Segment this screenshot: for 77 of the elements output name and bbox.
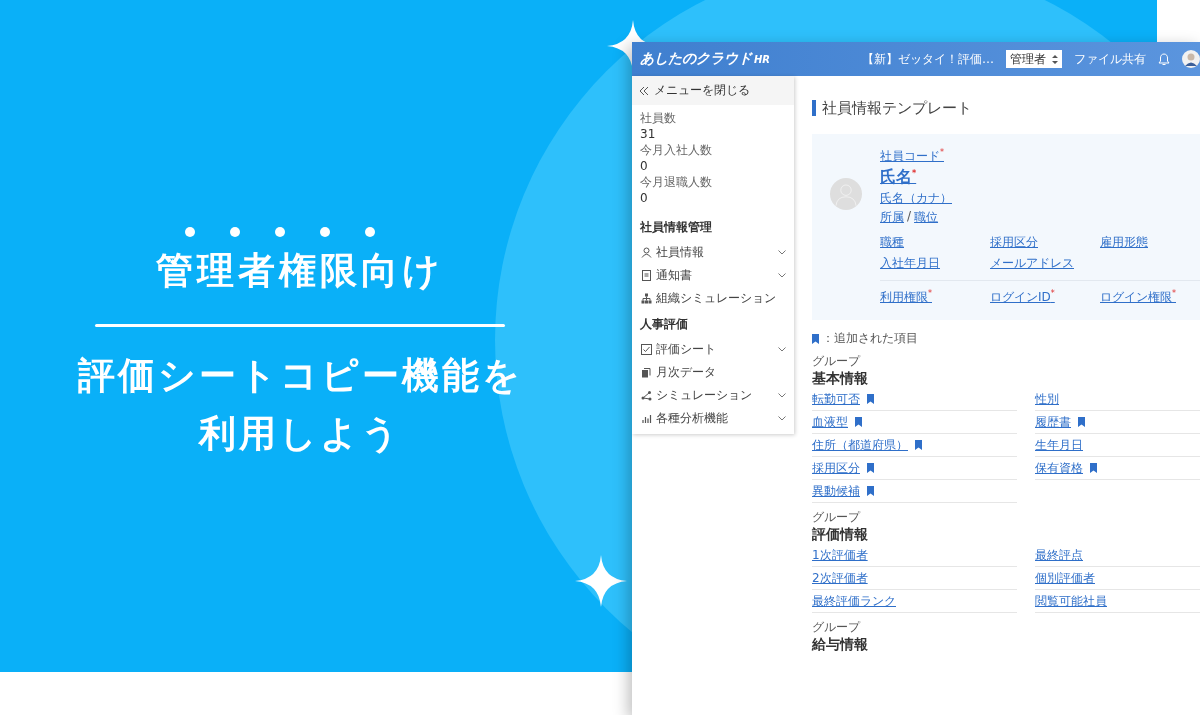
section-title: 人事評価	[639, 316, 689, 333]
stat-value: 0	[640, 191, 649, 205]
employee-code-link[interactable]: 社員コード$^{*}$	[880, 148, 944, 165]
headline: 管理者権限向け	[156, 248, 444, 294]
kana-name-link[interactable]: 氏名（カナ）	[880, 190, 952, 207]
sidebar-item[interactable]: シミュレーション	[632, 384, 794, 407]
profile-field-link[interactable]: ログイン権限$^{*}$	[1100, 289, 1200, 306]
stat-label: 社員数	[640, 110, 677, 127]
chevron-down-icon	[778, 250, 786, 255]
sidebar-item[interactable]: 社員情報	[632, 241, 794, 264]
field-link[interactable]: 血液型	[812, 413, 848, 431]
sidebar-item[interactable]: 通知書	[632, 264, 794, 287]
field-link[interactable]: 住所（都道府県）	[812, 436, 908, 454]
file-share-link[interactable]: ファイル共有	[1074, 50, 1146, 68]
field-link[interactable]: 生年月日	[1035, 436, 1083, 454]
field-link[interactable]: 採用区分	[812, 459, 860, 477]
sidebar-item[interactable]: 組織シミュレーション	[632, 287, 794, 310]
close-menu-button[interactable]: メニューを閉じる	[632, 76, 794, 105]
nodes-icon	[641, 390, 652, 401]
sidebar-item[interactable]: 評価シート	[632, 338, 794, 361]
separator: /	[907, 209, 912, 225]
subtitle: 評価シートコピー機能を 利用しよう	[77, 353, 523, 457]
position-link[interactable]: 職位	[914, 209, 939, 226]
stat-value: 31	[640, 127, 657, 141]
chevron-down-icon	[778, 416, 786, 421]
sidebar-item[interactable]: 月次データ	[632, 361, 794, 384]
chevron-down-icon	[778, 393, 786, 398]
bookmark-icon	[812, 333, 819, 344]
legend-text: ：追加された項目	[822, 330, 918, 347]
section-title: 社員情報管理	[639, 219, 713, 236]
field-link[interactable]: 1次評価者	[812, 546, 868, 564]
field-link[interactable]: 2次評価者	[812, 569, 868, 587]
chevron-down-icon	[778, 347, 786, 352]
group-title: 評価情報	[812, 526, 869, 544]
field-link[interactable]: 閲覧可能社員	[1035, 592, 1107, 610]
stat-label: 今月退職人数	[640, 174, 713, 191]
role-select[interactable]: 管理者	[1006, 50, 1062, 68]
profile-field-link[interactable]: 雇用形態	[1100, 234, 1200, 251]
sparkle-icon	[575, 555, 627, 607]
group-title: 給与情報	[812, 636, 869, 654]
logo: あしたのクラウドHR	[640, 50, 771, 68]
field-link[interactable]: 保有資格	[1035, 459, 1083, 477]
name-link[interactable]: 氏名$^{*}$	[880, 167, 917, 188]
field-link[interactable]: 履歴書	[1035, 413, 1071, 431]
field-link[interactable]: 最終評点	[1035, 546, 1083, 564]
notice-link[interactable]: 【新】ゼッタイ！評価…	[862, 50, 994, 68]
group-caption: グループ	[812, 353, 862, 370]
copy-icon	[641, 367, 652, 378]
chevron-down-icon	[778, 273, 786, 278]
profile-field-link[interactable]: メールアドレス	[990, 255, 1090, 272]
profile-field-link[interactable]: ログインID$^{*}$	[990, 289, 1090, 306]
field-link[interactable]: 最終評価ランク	[812, 592, 896, 610]
group-caption: グループ	[812, 509, 862, 526]
field-link[interactable]: 性別	[1035, 390, 1059, 408]
stat-value: 0	[640, 159, 649, 173]
bar-chart-icon	[641, 413, 652, 424]
profile-field-link[interactable]: 入社年月日	[880, 255, 980, 272]
person-icon	[641, 247, 652, 258]
sort-arrows-icon	[1052, 54, 1058, 64]
double-chevron-left-icon	[640, 86, 649, 95]
group-caption: グループ	[812, 619, 862, 636]
group-title: 基本情報	[812, 370, 869, 388]
checklist-icon	[641, 344, 652, 355]
profile-field-link[interactable]: 採用区分	[990, 234, 1090, 251]
profile-field-link[interactable]: 利用権限$^{*}$	[880, 289, 980, 306]
avatar-icon[interactable]	[1182, 50, 1200, 68]
document-icon	[641, 270, 652, 281]
field-link[interactable]: 転勤可否	[812, 390, 860, 408]
stat-label: 今月入社人数	[640, 142, 713, 159]
page-title: 社員情報テンプレート	[812, 100, 1200, 116]
org-chart-icon	[641, 293, 652, 304]
bell-icon[interactable]	[1158, 52, 1170, 66]
profile-field-link[interactable]: 職種	[880, 234, 980, 251]
sidebar-item[interactable]: 各種分析機能	[632, 407, 794, 430]
field-link[interactable]: 個別評価者	[1035, 569, 1095, 587]
field-link[interactable]: 異動候補	[812, 482, 860, 500]
affiliation-link[interactable]: 所属	[880, 209, 904, 226]
